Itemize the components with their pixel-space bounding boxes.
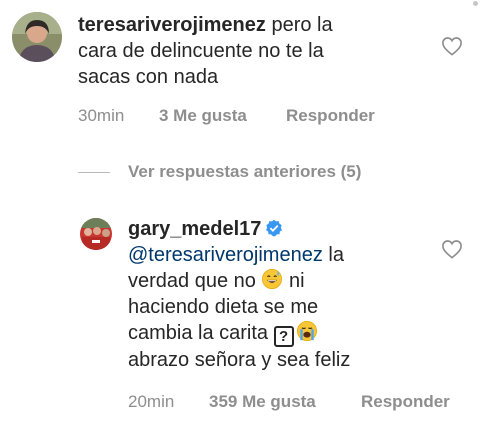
- reply-text-line: la: [322, 244, 344, 266]
- reply-time: 20min: [128, 392, 175, 411]
- heart-outline-icon[interactable]: [441, 36, 463, 56]
- comment-text: teresariverojimenez pero la cara de deli…: [78, 12, 438, 90]
- reply-button[interactable]: Responder: [361, 392, 450, 412]
- reply-text-line: cambia la carita: [128, 322, 274, 344]
- avatar-teresariverojimenez[interactable]: [12, 12, 62, 62]
- verified-badge-icon: [266, 219, 283, 237]
- reply-text-line: ni: [283, 270, 305, 292]
- avatar-gary-medel17[interactable]: [80, 218, 112, 250]
- reply-text-line: haciendo dieta se me: [128, 296, 319, 318]
- question-box-emoji: ?: [273, 326, 294, 347]
- comment-time: 30min: [78, 106, 125, 125]
- comment-text-line: cara de delincuente no te la: [78, 40, 324, 62]
- comment-username[interactable]: teresariverojimenez: [78, 14, 266, 36]
- scroll-indicator: [473, 1, 478, 6]
- reply-button[interactable]: Responder: [286, 106, 375, 126]
- reply-username[interactable]: gary_medel17: [128, 218, 261, 240]
- reply-likes-button[interactable]: 359 Me gusta: [209, 392, 316, 412]
- reply-text-line: verdad que no: [128, 270, 262, 292]
- reply-text: gary_medel17 @teresariverojimenez la ver…: [128, 216, 448, 373]
- divider: [78, 172, 110, 173]
- loudly-crying-emoji: [296, 321, 317, 341]
- view-previous-replies-button[interactable]: Ver respuestas anteriores (5): [128, 162, 361, 182]
- comment-likes-button[interactable]: 3 Me gusta: [159, 106, 247, 126]
- reply-text-line: abrazo señora y sea feliz: [128, 349, 351, 371]
- reply-meta: 20min 359 Me gusta Responder: [128, 392, 473, 414]
- comment-text-line: sacas con nada: [78, 66, 219, 88]
- grinning-sweat-emoji: [262, 269, 283, 289]
- comment-text-line: pero la: [265, 14, 333, 36]
- heart-outline-icon[interactable]: [441, 239, 463, 259]
- comment-meta: 30min 3 Me gusta Responder: [78, 106, 398, 128]
- mention-link[interactable]: @teresariverojimenez: [128, 244, 323, 266]
